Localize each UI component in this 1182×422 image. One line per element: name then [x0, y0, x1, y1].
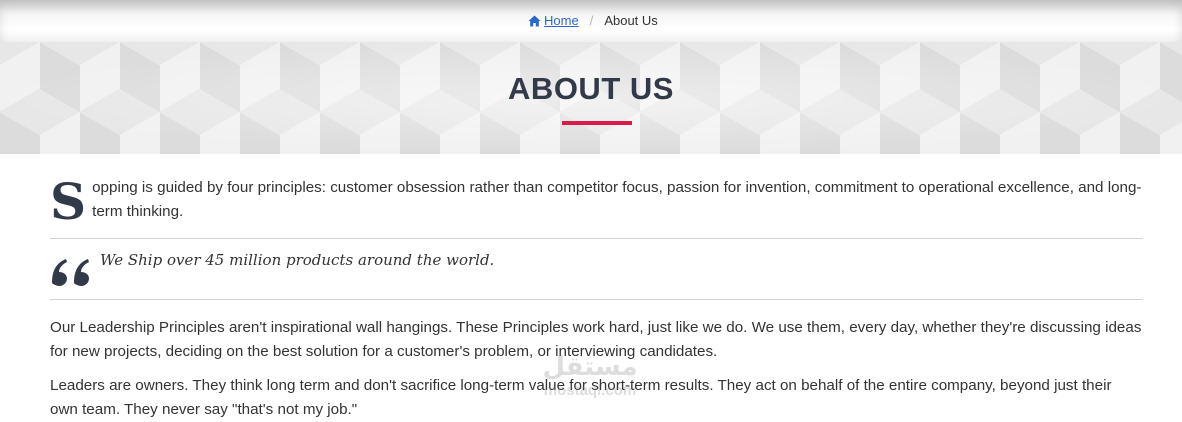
- intro-text: opping is guided by four principles: cus…: [92, 179, 1142, 220]
- page-title: ABOUT US: [508, 71, 674, 106]
- home-icon: [528, 15, 541, 26]
- breadcrumb-current: About Us: [604, 13, 658, 28]
- breadcrumb-home-link[interactable]: Home: [528, 13, 579, 28]
- blockquote: We Ship over 45 million products around …: [50, 239, 1143, 299]
- breadcrumb-bar: Home / About Us: [0, 0, 1182, 42]
- watermark: مستقل mostaql.com: [535, 352, 645, 408]
- divider-bottom: [50, 299, 1143, 300]
- breadcrumb: Home / About Us: [528, 13, 658, 28]
- quote-icon: [52, 259, 89, 286]
- title-underline: [562, 121, 632, 125]
- quote-text: We Ship over 45 million products around …: [100, 251, 495, 269]
- breadcrumb-separator: /: [589, 13, 594, 28]
- page-hero: ABOUT US: [0, 42, 1182, 154]
- watermark-logo: مستقل: [542, 352, 638, 382]
- breadcrumb-home-label[interactable]: Home: [544, 13, 579, 28]
- dropcap-letter: S: [50, 172, 87, 231]
- intro-paragraph: S opping is guided by four principles: c…: [50, 172, 1143, 231]
- watermark-site: mostaql.com: [543, 382, 637, 399]
